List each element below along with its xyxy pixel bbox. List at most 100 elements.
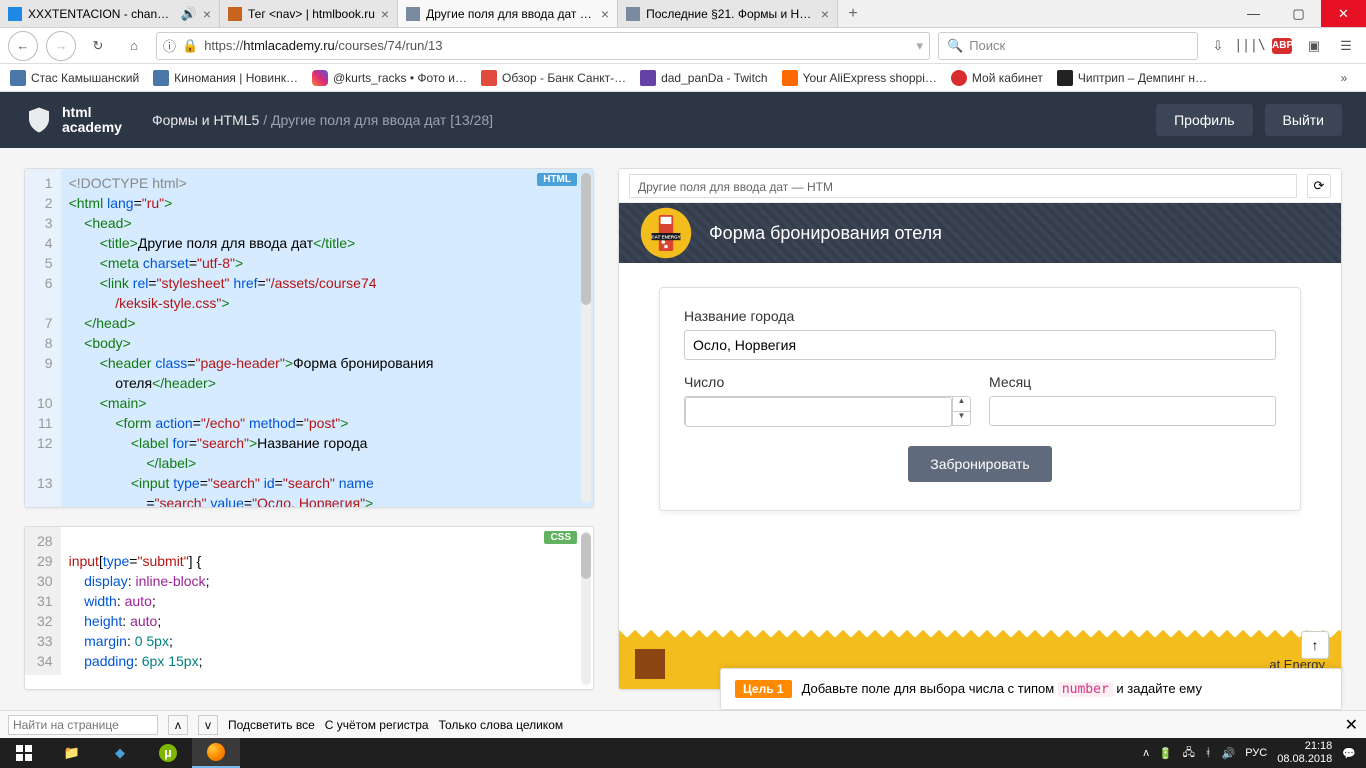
scroll-top-button[interactable]: ↑ (1301, 631, 1329, 659)
scrollbar[interactable] (581, 531, 591, 685)
window-controls: — ▢ ✕ (1231, 0, 1366, 27)
bookmark-label: Стас Камышанский (31, 71, 139, 85)
spin-down-icon[interactable]: ▼ (953, 412, 970, 426)
tab-0[interactable]: XXXTENTACION - changes🔊× (0, 0, 220, 27)
lang-indicator[interactable]: РУС (1245, 747, 1267, 759)
find-prev-button[interactable]: ʌ (168, 715, 188, 735)
firefox-button[interactable] (192, 738, 240, 768)
find-input[interactable] (8, 715, 158, 735)
number-input[interactable]: ▲▼ (684, 396, 971, 426)
bookmark-item[interactable]: Стас Камышанский (10, 70, 139, 86)
breadcrumb: Формы и HTML5 / Другие поля для ввода да… (152, 112, 493, 128)
downloads-icon[interactable]: ⇩ (1206, 34, 1230, 58)
html-editor[interactable]: HTML 12345678910111213 <!DOCTYPE html> <… (24, 168, 594, 508)
utorrent-button[interactable]: µ (144, 738, 192, 768)
preview-page-header: CAT ENERGY Форма бронирования отеля (619, 203, 1341, 263)
bookmark-item[interactable]: Чиптрип – Демпинг н… (1057, 70, 1207, 86)
close-icon[interactable]: × (203, 6, 211, 22)
whole-word-label[interactable]: Только слова целиком (439, 718, 564, 732)
tab-1[interactable]: Тег <nav> | htmlbook.ru× (220, 0, 398, 27)
clock[interactable]: 21:1808.08.2018 (1277, 740, 1332, 766)
bookmark-item[interactable]: Мой кабинет (951, 70, 1043, 86)
site-logo[interactable]: htmlacademy (24, 105, 122, 136)
tab-title: XXXTENTACION - changes (28, 7, 175, 21)
sidebar-icon[interactable]: ▣ (1302, 34, 1326, 58)
submit-button[interactable]: Забронировать (908, 446, 1051, 482)
close-icon[interactable]: × (601, 6, 609, 22)
logout-button[interactable]: Выйти (1265, 104, 1342, 136)
search-bar[interactable]: 🔍 Поиск (938, 32, 1198, 60)
close-window-button[interactable]: ✕ (1321, 0, 1366, 27)
url-text: https://htmlacademy.ru/courses/74/run/13 (204, 38, 910, 53)
task-text: Добавьте поле для выбора числа с типом n… (802, 681, 1202, 697)
bookmarks-overflow-icon[interactable]: » (1332, 66, 1356, 90)
month-input[interactable] (989, 396, 1276, 426)
library-icon[interactable]: |||\ (1238, 34, 1262, 58)
line-gutter: 12345678910111213 (25, 169, 61, 508)
preview-heading: Форма бронирования отеля (709, 223, 942, 244)
find-next-button[interactable]: v (198, 715, 218, 735)
bookmark-label: Обзор - Банк Санкт-… (502, 71, 626, 85)
defender-icon[interactable]: ◆ (96, 738, 144, 768)
url-bar[interactable]: ⓘ 🔒 https://htmlacademy.ru/courses/74/ru… (156, 32, 930, 60)
twitch-icon (640, 70, 656, 86)
cat-energy-logo-icon: CAT ENERGY (639, 206, 693, 260)
bookmark-label: Чиптрип – Демпинг н… (1078, 71, 1207, 85)
menu-icon[interactable]: ☰ (1334, 34, 1358, 58)
html-badge: HTML (537, 173, 577, 186)
new-tab-button[interactable]: + (838, 0, 868, 27)
city-input[interactable] (684, 330, 1276, 360)
dropdown-icon[interactable]: ▾ (916, 38, 923, 54)
home-button[interactable]: ⌂ (120, 32, 148, 60)
favicon-icon (228, 7, 242, 21)
breadcrumb-item[interactable]: Формы и HTML5 (152, 112, 259, 128)
reload-button[interactable]: ↻ (84, 32, 112, 60)
spin-up-icon[interactable]: ▲ (953, 397, 970, 412)
close-icon[interactable]: × (821, 6, 829, 22)
number-spinner[interactable]: ▲▼ (952, 397, 970, 425)
battery-icon[interactable]: 🔋 (1159, 747, 1173, 760)
network-icon[interactable]: 🖧 (1183, 744, 1195, 763)
bookmark-item[interactable]: Your AliExpress shoppi… (782, 70, 937, 86)
file-explorer-button[interactable]: 📁 (48, 738, 96, 768)
back-button[interactable]: ← (8, 31, 38, 61)
notifications-icon[interactable]: 💬 (1342, 747, 1356, 760)
bluetooth-icon[interactable]: ᚼ (1205, 747, 1212, 759)
city-label: Название города (684, 308, 1276, 324)
highlight-all-label[interactable]: Подсветить все (228, 718, 315, 732)
preview-reload-button[interactable]: ⟳ (1307, 174, 1331, 198)
tab-3[interactable]: Последние §21. Формы и HTM…× (618, 0, 838, 27)
number-field[interactable] (685, 397, 952, 427)
bookmark-item[interactable]: Обзор - Банк Санкт-… (481, 70, 626, 86)
scrollbar[interactable] (581, 173, 591, 503)
favicon-icon (626, 7, 640, 21)
month-label: Месяц (989, 374, 1276, 390)
system-tray: ʌ 🔋 🖧 ᚼ 🔊 РУС 21:1808.08.2018 💬 (1133, 740, 1366, 766)
breadcrumb-item: Другие поля для ввода дат (271, 112, 446, 128)
logo-text: html (62, 105, 122, 120)
css-editor[interactable]: CSS 28293031323334 input[type="submit"] … (24, 526, 594, 690)
match-case-label[interactable]: С учётом регистра (325, 718, 429, 732)
find-close-button[interactable]: ✕ (1345, 715, 1358, 735)
maximize-button[interactable]: ▢ (1276, 0, 1321, 27)
forward-button[interactable]: → (46, 31, 76, 61)
tray-up-icon[interactable]: ʌ (1143, 747, 1149, 759)
adblock-icon[interactable]: ABP (1270, 34, 1294, 58)
bookmark-item[interactable]: Киномания | Новинк… (153, 70, 298, 86)
find-bar: ʌ v Подсветить все С учётом регистра Тол… (0, 710, 1366, 738)
info-icon[interactable]: ⓘ (163, 36, 176, 55)
bookmark-item[interactable]: dad_panDa - Twitch (640, 70, 768, 86)
preview-panel: Другие поля для ввода дат — HTM ⟳ CAT EN… (618, 168, 1342, 690)
instagram-icon (312, 70, 328, 86)
number-label: Число (684, 374, 971, 390)
minimize-button[interactable]: — (1231, 0, 1276, 27)
bookmark-label: Your AliExpress shoppi… (803, 71, 937, 85)
start-button[interactable] (0, 738, 48, 768)
code-content[interactable]: <!DOCTYPE html> <html lang="ru"> <head> … (61, 169, 593, 508)
close-icon[interactable]: × (381, 6, 389, 22)
bookmark-item[interactable]: @kurts_racks • Фото и… (312, 70, 467, 86)
volume-icon[interactable]: 🔊 (1222, 747, 1236, 760)
tab-2[interactable]: Другие поля для ввода дат — …× (398, 0, 618, 27)
profile-button[interactable]: Профиль (1156, 104, 1252, 136)
code-content[interactable]: input[type="submit"] { display: inline-b… (61, 527, 593, 675)
